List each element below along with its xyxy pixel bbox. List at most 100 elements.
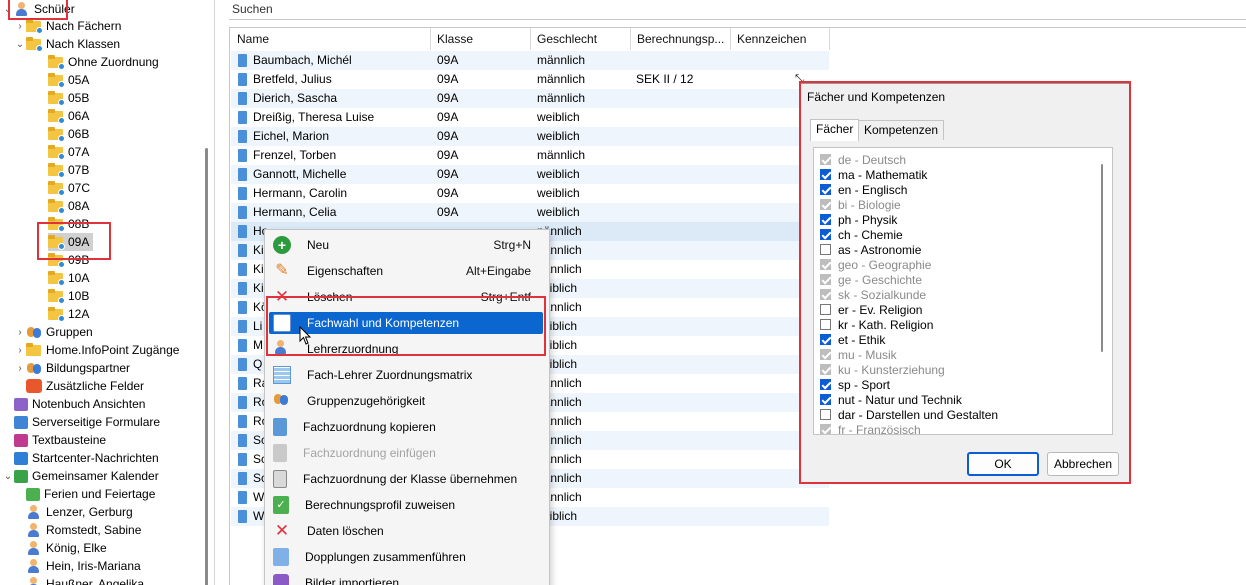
- tree-item-top[interactable]: Serverseitige Formulare: [2, 413, 160, 431]
- chevron-right-icon[interactable]: ›: [14, 345, 26, 356]
- chevron-right-icon[interactable]: ›: [14, 21, 26, 32]
- tree-item-class[interactable]: 10A: [48, 269, 93, 287]
- menu-item[interactable]: ✕ Löschen Strg+Entf: [269, 286, 543, 308]
- column-header-berechnungsprofil[interactable]: Berechnungsp...: [631, 28, 731, 50]
- tree-item-other[interactable]: Zusätzliche Felder: [14, 377, 144, 395]
- column-header-klasse[interactable]: Klasse: [431, 28, 531, 50]
- chevron-right-icon[interactable]: ›: [14, 363, 26, 374]
- chevron-right-icon[interactable]: ›: [14, 327, 26, 338]
- checkbox[interactable]: [820, 379, 831, 390]
- tree-label: 12A: [68, 307, 90, 321]
- tree-item-class[interactable]: 08B: [48, 215, 93, 233]
- tree-item-top[interactable]: Notenbuch Ansichten: [2, 395, 145, 413]
- tree-item-class[interactable]: 07C: [48, 179, 94, 197]
- delete-x-icon: ✕: [274, 287, 290, 306]
- tree-item-class[interactable]: Ohne Zuordnung: [48, 53, 163, 71]
- menu-item[interactable]: ✕ Daten löschen: [269, 520, 543, 542]
- tree-item-class[interactable]: 10B: [48, 287, 93, 305]
- tree-item-class[interactable]: 09A: [48, 233, 94, 251]
- menu-item[interactable]: Dopplungen zusammenführen: [269, 546, 543, 568]
- tree-item-calendar[interactable]: Ferien und Feiertage: [26, 485, 155, 503]
- tree-item-top[interactable]: Startcenter-Nachrichten: [2, 449, 159, 467]
- table-row[interactable]: Hermann, Carolin 09A weiblich: [231, 184, 829, 203]
- chevron-down-icon[interactable]: ⌄: [14, 39, 26, 50]
- tree-item-class[interactable]: 09B: [48, 251, 93, 269]
- tree-item-class[interactable]: 07A: [48, 143, 93, 161]
- menu-item[interactable]: Gruppenzugehörigkeit: [269, 390, 543, 412]
- sidebar-scrollbar[interactable]: [205, 148, 208, 585]
- tree-item-other[interactable]: › Gruppen: [14, 323, 92, 341]
- table-row[interactable]: Gannott, Michelle 09A weiblich: [231, 165, 829, 184]
- menu-item[interactable]: Fachzuordnung der Klasse übernehmen: [269, 468, 543, 490]
- checkbox[interactable]: [820, 319, 831, 330]
- menu-item[interactable]: Bilder importieren: [269, 572, 543, 585]
- subject-checkbox-item[interactable]: et - Ethik: [820, 332, 885, 347]
- subject-checkbox-item[interactable]: sp - Sport: [820, 377, 890, 392]
- column-header-name[interactable]: Name: [231, 28, 431, 50]
- tree-item-top[interactable]: ⌄ Gemeinsamer Kalender: [2, 467, 159, 485]
- checkbox[interactable]: [820, 394, 831, 405]
- checkbox[interactable]: [820, 169, 831, 180]
- checkbox[interactable]: [820, 229, 831, 240]
- ok-button[interactable]: OK: [967, 452, 1039, 476]
- checkbox[interactable]: [820, 409, 831, 420]
- tree-item-class[interactable]: 08A: [48, 197, 93, 215]
- tree-item-schueler[interactable]: ⌄ Schüler: [2, 0, 75, 18]
- menu-item[interactable]: ✎ Eigenschaften Alt+Eingabe: [269, 260, 543, 282]
- chevron-icon[interactable]: ⌄: [2, 471, 14, 482]
- tree-item-class[interactable]: 07B: [48, 161, 93, 179]
- table-row[interactable]: Bretfeld, Julius 09A männlich SEK II / 12: [231, 70, 829, 89]
- tree-item-calendar[interactable]: Haußner, Angelika: [26, 575, 144, 585]
- tree-item-class[interactable]: 12A: [48, 305, 93, 323]
- shield-icon: [26, 379, 42, 393]
- tree-item-class[interactable]: 05A: [48, 71, 93, 89]
- subject-checkbox-item[interactable]: ma - Mathematik: [820, 167, 927, 182]
- list-scrollbar[interactable]: [1101, 164, 1103, 352]
- tree-item-calendar[interactable]: Lenzer, Gerburg: [26, 503, 133, 521]
- tree-item-calendar[interactable]: Hein, Iris-Mariana: [26, 557, 141, 575]
- tab-kompetenzen[interactable]: Kompetenzen: [858, 120, 945, 140]
- student-record-icon: [238, 92, 247, 105]
- subject-checkbox-item[interactable]: ch - Chemie: [820, 227, 903, 242]
- subject-checkbox-item[interactable]: dar - Darstellen und Gestalten: [820, 407, 998, 422]
- menu-item[interactable]: Fachzuordnung kopieren: [269, 416, 543, 438]
- checkbox[interactable]: [820, 214, 831, 225]
- table-row[interactable]: Frenzel, Torben 09A männlich: [231, 146, 829, 165]
- checkbox[interactable]: [820, 244, 831, 255]
- table-row[interactable]: Hermann, Celia 09A weiblich: [231, 203, 829, 222]
- tree-item-calendar[interactable]: Romstedt, Sabine: [26, 521, 141, 539]
- menu-item[interactable]: Fach-Lehrer Zuordnungsmatrix: [269, 364, 543, 386]
- tab-faecher[interactable]: Fächer: [810, 119, 860, 141]
- cancel-button[interactable]: Abbrechen: [1047, 452, 1119, 476]
- folder-icon: [48, 253, 65, 268]
- table-row[interactable]: Eichel, Marion 09A weiblich: [231, 127, 829, 146]
- search-input[interactable]: Suchen: [229, 0, 1246, 20]
- subject-checkbox-item[interactable]: nut - Natur und Technik: [820, 392, 962, 407]
- checkbox[interactable]: [820, 304, 831, 315]
- table-row[interactable]: Dierich, Sascha 09A männlich: [231, 89, 829, 108]
- tree-item-class[interactable]: 05B: [48, 89, 93, 107]
- subject-checkbox-item[interactable]: ph - Physik: [820, 212, 897, 227]
- column-header-kennzeichen[interactable]: Kennzeichen: [731, 28, 830, 50]
- chevron-down-icon[interactable]: ⌄: [2, 4, 14, 15]
- tree-item-other[interactable]: › Bildungspartner: [14, 359, 130, 377]
- checkbox[interactable]: [820, 334, 831, 345]
- column-header-geschlecht[interactable]: Geschlecht: [531, 28, 631, 50]
- subject-checkbox-item[interactable]: er - Ev. Religion: [820, 302, 922, 317]
- menu-item[interactable]: + Neu Strg+N: [269, 234, 543, 256]
- checkbox[interactable]: [820, 184, 831, 195]
- tree-item-nach-klassen[interactable]: ⌄ Nach Klassen: [14, 35, 120, 53]
- tree-item-calendar[interactable]: König, Elke: [26, 539, 107, 557]
- tree-item-class[interactable]: 06B: [48, 125, 93, 143]
- menu-item[interactable]: ✓ Berechnungsprofil zuweisen: [269, 494, 543, 516]
- tree-item-top[interactable]: Textbausteine: [2, 431, 106, 449]
- table-row[interactable]: Baumbach, Michél 09A männlich: [231, 51, 829, 70]
- menu-item[interactable]: Fachzuordnung einfügen: [269, 442, 543, 464]
- tree-item-other[interactable]: › Home.InfoPoint Zugänge: [14, 341, 179, 359]
- tree-item-class[interactable]: 06A: [48, 107, 93, 125]
- subject-checkbox-item[interactable]: en - Englisch: [820, 182, 907, 197]
- tree-item-nach-faechern[interactable]: › Nach Fächern: [14, 17, 121, 35]
- subject-checkbox-item[interactable]: kr - Kath. Religion: [820, 317, 933, 332]
- subject-checkbox-item[interactable]: as - Astronomie: [820, 242, 921, 257]
- table-row[interactable]: Dreißig, Theresa Luise 09A weiblich: [231, 108, 829, 127]
